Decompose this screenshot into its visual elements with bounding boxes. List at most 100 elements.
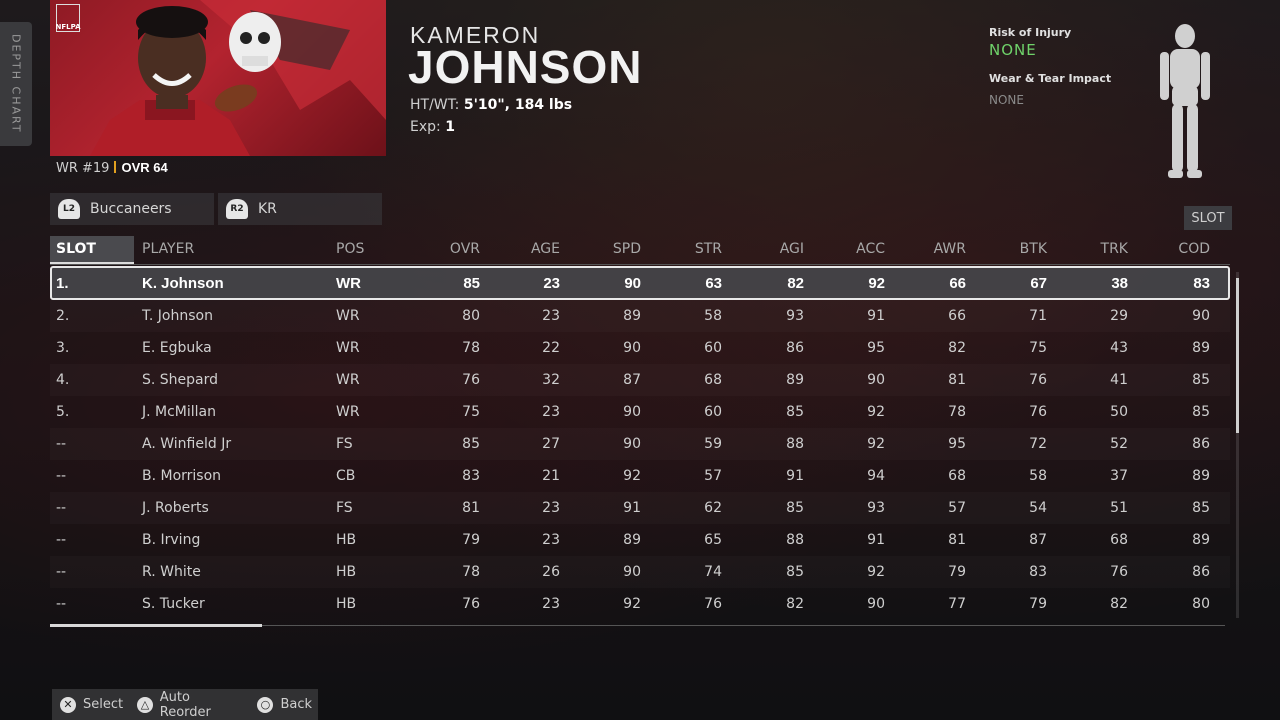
cell-trk: 52 [1110, 436, 1128, 452]
table-row[interactable]: 2. T. Johnson WR 80 23 89 58 93 91 66 71 29 90 [50, 300, 1230, 332]
select-action[interactable]: ✕ Select [60, 696, 124, 713]
cell-trk: 50 [1110, 404, 1128, 420]
cell-agi: 89 [786, 372, 804, 388]
auto-reorder-action[interactable]: △ Auto Reorder [137, 690, 243, 720]
cell-str: 60 [704, 340, 722, 356]
wear-tear-value: NONE [989, 93, 1024, 107]
cell-acc: 92 [867, 564, 885, 580]
table-row[interactable]: -- J. Roberts FS 81 23 91 62 85 93 57 54 51 85 [50, 492, 1230, 524]
table-row[interactable]: -- R. White HB 78 26 90 74 85 92 79 83 76 86 [50, 556, 1230, 588]
cell-btk: 76 [1029, 372, 1047, 388]
cell-ovr: 81 [462, 500, 480, 516]
cell-slot: 5. [56, 404, 70, 420]
position-selector-button[interactable]: R2 KR [218, 193, 382, 225]
table-row[interactable]: 1. K. Johnson WR 85 23 90 63 82 92 66 67 38 83 [50, 266, 1230, 300]
cell-cod: 90 [1192, 308, 1210, 324]
cell-ovr: 78 [462, 564, 480, 580]
cell-ovr: 79 [462, 532, 480, 548]
cell-acc: 95 [867, 340, 885, 356]
header-slot[interactable]: SLOT [56, 241, 96, 257]
cell-spd: 89 [623, 532, 641, 548]
circle-button-icon: ○ [257, 696, 274, 713]
cell-agi: 85 [786, 404, 804, 420]
header-spd[interactable]: SPD [601, 241, 641, 257]
r2-trigger-icon: R2 [226, 199, 248, 219]
cell-trk: 43 [1110, 340, 1128, 356]
vertical-scroll-thumb[interactable] [1236, 278, 1239, 433]
cell-btk: 75 [1029, 340, 1047, 356]
team-selector-button[interactable]: L2 Buccaneers [50, 193, 214, 225]
player-experience: Exp: 1 [410, 119, 455, 135]
cell-acc: 93 [867, 500, 885, 516]
slot-button[interactable]: SLOT [1184, 206, 1232, 230]
cell-slot: -- [56, 500, 67, 516]
vertical-scrollbar[interactable] [1236, 272, 1239, 618]
cell-awr: 78 [948, 404, 966, 420]
header-str[interactable]: STR [682, 241, 722, 257]
separator [114, 161, 117, 173]
select-label: Select [83, 697, 124, 712]
cell-cod: 86 [1192, 564, 1210, 580]
table-row[interactable]: -- B. Irving HB 79 23 89 65 88 91 81 87 68 89 [50, 524, 1230, 556]
cell-pos: WR [336, 275, 361, 292]
cell-awr: 81 [948, 532, 966, 548]
header-pos[interactable]: POS [336, 241, 364, 257]
htwt-label: HT/WT: [410, 97, 460, 113]
cell-player: T. Johnson [142, 308, 213, 324]
cell-awr: 95 [948, 436, 966, 452]
table-row[interactable]: 5. J. McMillan WR 75 23 90 60 85 92 78 76 50 85 [50, 396, 1230, 428]
body-figure-icon [1160, 24, 1210, 178]
cell-agi: 88 [786, 436, 804, 452]
cell-slot: 1. [56, 275, 69, 292]
table-row[interactable]: -- B. Morrison CB 83 21 92 57 91 94 68 58 37 89 [50, 460, 1230, 492]
cell-player: J. Roberts [142, 500, 209, 516]
cell-pos: WR [336, 404, 360, 420]
header-age[interactable]: AGE [520, 241, 560, 257]
cell-ovr: 76 [462, 372, 480, 388]
cell-age: 23 [542, 596, 560, 612]
cell-pos: WR [336, 340, 360, 356]
cell-btk: 72 [1029, 436, 1047, 452]
header-acc[interactable]: ACC [845, 241, 885, 257]
cell-pos: HB [336, 596, 357, 612]
cell-awr: 66 [949, 275, 966, 292]
risk-of-injury-label: Risk of Injury [989, 26, 1072, 39]
cell-acc: 90 [867, 596, 885, 612]
depth-chart-side-tab[interactable]: DEPTH CHART [0, 22, 32, 146]
risk-of-injury-value: NONE [989, 41, 1037, 59]
table-row[interactable]: -- A. Winfield Jr FS 85 27 90 59 88 92 95 72 52 86 [50, 428, 1230, 460]
cell-awr: 57 [948, 500, 966, 516]
table-row[interactable]: 3. E. Egbuka WR 78 22 90 60 86 95 82 75 43 89 [50, 332, 1230, 364]
cell-cod: 85 [1192, 404, 1210, 420]
header-agi[interactable]: AGI [764, 241, 804, 257]
cell-player: E. Egbuka [142, 340, 212, 356]
position-label: KR [258, 201, 277, 217]
exp-label: Exp: [410, 119, 441, 135]
header-cod[interactable]: COD [1170, 241, 1210, 257]
table-body: 1. K. Johnson WR 85 23 90 63 82 92 66 67 38 83 2. T. J… [50, 266, 1230, 620]
header-trk[interactable]: TRK [1088, 241, 1128, 257]
header-player[interactable]: PLAYER [142, 241, 194, 257]
header-btk[interactable]: BTK [1007, 241, 1047, 257]
back-action[interactable]: ○ Back [257, 696, 312, 713]
table-row[interactable]: 4. S. Shepard WR 76 32 87 68 89 90 81 76 41 85 [50, 364, 1230, 396]
player-ovr: OVR 64 [121, 160, 168, 175]
cell-spd: 90 [624, 275, 641, 292]
cell-agi: 91 [786, 468, 804, 484]
cell-slot: 3. [56, 340, 70, 356]
table-row[interactable]: -- S. Tucker HB 76 23 92 76 82 90 77 79 82 80 [50, 588, 1230, 620]
horizontal-scroll-thumb[interactable] [50, 624, 262, 627]
cell-spd: 90 [623, 340, 641, 356]
cell-age: 21 [542, 468, 560, 484]
cell-slot: 4. [56, 372, 70, 388]
cell-ovr: 80 [462, 308, 480, 324]
cell-spd: 90 [623, 404, 641, 420]
cell-spd: 92 [623, 468, 641, 484]
header-ovr[interactable]: OVR [440, 241, 480, 257]
header-awr[interactable]: AWR [926, 241, 966, 257]
cell-player: A. Winfield Jr [142, 436, 232, 452]
cell-agi: 85 [786, 500, 804, 516]
cell-trk: 82 [1110, 596, 1128, 612]
cell-cod: 89 [1192, 468, 1210, 484]
wear-tear-label: Wear & Tear Impact [989, 72, 1112, 85]
